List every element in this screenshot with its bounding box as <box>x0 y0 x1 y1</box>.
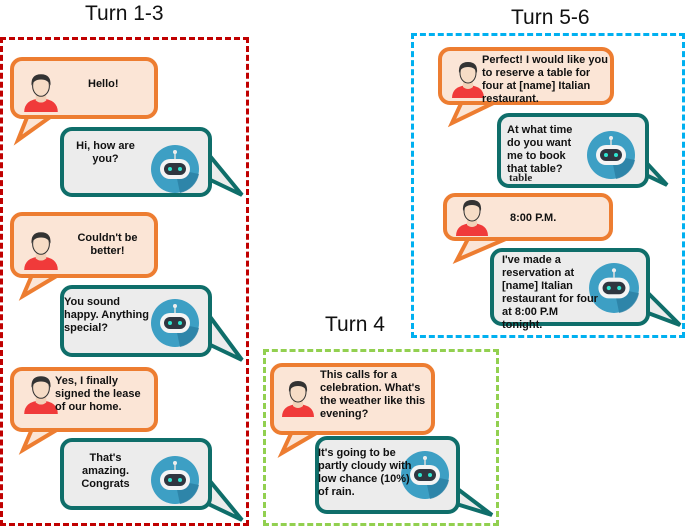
message-text: It's going to be partly cloudy with low … <box>318 447 412 498</box>
user-avatar-icon <box>452 196 492 236</box>
message-text: 8:00 P.M. <box>510 212 557 224</box>
robot-icon <box>150 455 200 505</box>
group-title-turn-4: Turn 4 <box>325 313 385 336</box>
message-text: This calls for a celebration. What's the… <box>320 369 426 420</box>
group-title-turn-5-6: Turn 5-6 <box>511 6 590 29</box>
message-text: I've made a reservation at [name] Italia… <box>502 254 598 331</box>
user-avatar-icon <box>20 228 62 270</box>
robot-icon <box>150 144 200 194</box>
message-text: That's amazing. Congrats <box>81 452 130 490</box>
message-text: Perfect! I would like you to reserve a t… <box>482 54 608 105</box>
message-text: Yes, I finally signed the lease of our h… <box>55 375 141 413</box>
message-text: You sound happy. Anything special? <box>64 296 149 334</box>
user-avatar-icon <box>20 70 62 112</box>
message-text: Couldn't be better! <box>77 232 138 257</box>
group-title-turn-1-3: Turn 1-3 <box>85 2 164 25</box>
user-avatar-icon <box>278 377 318 417</box>
message-text: At what time do you want me to book that… <box>507 124 573 175</box>
message-text: Hello! <box>88 78 119 90</box>
robot-icon <box>586 130 636 180</box>
robot-icon <box>150 298 200 348</box>
annotation-note: table <box>509 172 533 184</box>
message-text: Hi, how are you? <box>76 140 135 165</box>
